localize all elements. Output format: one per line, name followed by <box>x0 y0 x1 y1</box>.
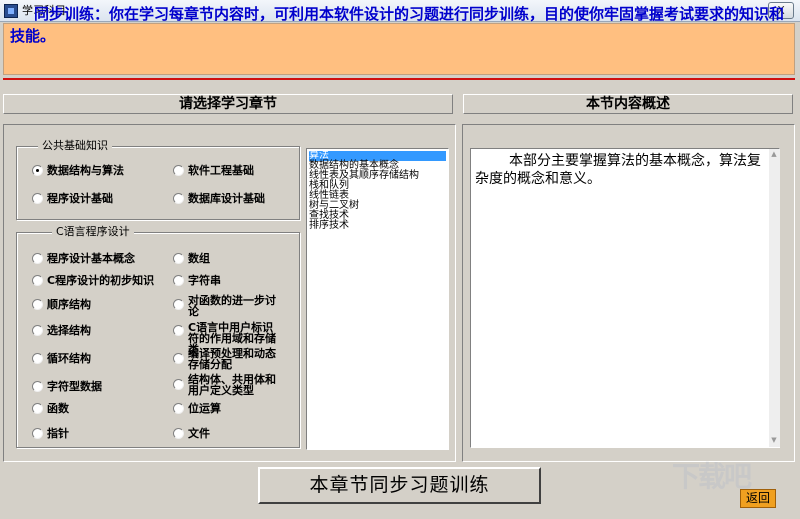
public-basics-group-title: 公共基础知识 <box>38 139 112 153</box>
radio-label: 函数 <box>47 402 69 415</box>
radio-circle[interactable] <box>32 403 43 414</box>
radio-circle[interactable] <box>173 253 184 264</box>
radio-label: 数据库设计基础 <box>188 192 265 205</box>
radio-label: 数据结构与算法 <box>47 164 124 177</box>
radio-circle[interactable] <box>32 275 43 286</box>
summary-text: 本部分主要掌握算法的基本概念，算法复杂度的概念和意义。 <box>475 153 761 187</box>
radio-circle[interactable] <box>173 193 184 204</box>
radio-circle[interactable] <box>32 299 43 310</box>
radio-circle[interactable] <box>32 353 43 364</box>
radio-label: 字符串 <box>188 274 221 287</box>
list-item[interactable]: 排序技术 <box>309 221 349 231</box>
radio-label: 程序设计基础 <box>47 192 113 205</box>
radio-label: 位运算 <box>188 402 221 415</box>
scroll-up-icon[interactable]: ▲ <box>770 150 778 158</box>
radio-circle[interactable] <box>32 165 43 176</box>
divider-line <box>3 78 795 80</box>
back-button[interactable]: 返回 <box>740 489 776 508</box>
section-summary-header: 本节内容概述 <box>463 94 793 114</box>
radio-label: 字符型数据 <box>47 380 102 393</box>
watermark-logo: 下载吧 <box>672 460 752 493</box>
topic-listbox[interactable]: 算法 数据结构的基本概念 线性表及其顺序存储结构 栈和队列 线性链表 树与二叉树… <box>306 148 449 450</box>
radio-label: 软件工程基础 <box>188 164 254 177</box>
radio-circle[interactable] <box>173 403 184 414</box>
radio-label: 顺序结构 <box>47 298 91 311</box>
radio-circle[interactable] <box>173 165 184 176</box>
radio-circle[interactable] <box>173 379 184 390</box>
radio-label: 指针 <box>47 427 69 440</box>
select-chapter-header: 请选择学习章节 <box>3 94 453 114</box>
chapter-practice-button[interactable]: 本章节同步习题训练 <box>258 467 541 504</box>
summary-scrollbar[interactable]: ▲ ▼ <box>769 149 780 447</box>
radio-label: 程序设计基本概念 <box>47 252 135 265</box>
radio-circle[interactable] <box>32 381 43 392</box>
radio-circle[interactable] <box>173 275 184 286</box>
public-basics-group <box>16 146 300 220</box>
radio-circle[interactable] <box>32 325 43 336</box>
radio-label: C程序设计的初步知识 <box>47 274 155 287</box>
radio-label: 编译预处理和动态存储分配 <box>188 347 276 371</box>
radio-label: 选择结构 <box>47 324 91 337</box>
banner-text: 同步训练：你在学习每章节内容时，可利用本软件设计的习题进行同步训练，目的使你牢固… <box>10 5 785 45</box>
radio-circle[interactable] <box>173 299 184 310</box>
radio-circle[interactable] <box>173 353 184 364</box>
scroll-down-icon[interactable]: ▼ <box>770 436 778 444</box>
radio-label: 对函数的进一步讨论 <box>188 294 276 318</box>
radio-label: 循环结构 <box>47 352 91 365</box>
radio-label: 数组 <box>188 252 210 265</box>
radio-circle[interactable] <box>32 253 43 264</box>
summary-textarea[interactable]: 本部分主要掌握算法的基本概念，算法复杂度的概念和意义。 ▲ ▼ <box>470 148 780 448</box>
c-programming-group-title: C语言程序设计 <box>52 225 134 239</box>
radio-circle[interactable] <box>32 193 43 204</box>
radio-label: 文件 <box>188 427 210 440</box>
radio-label: 结构体、共用体和用户定义类型 <box>188 373 276 397</box>
radio-circle[interactable] <box>173 428 184 439</box>
radio-circle[interactable] <box>173 325 184 336</box>
radio-circle[interactable] <box>32 428 43 439</box>
